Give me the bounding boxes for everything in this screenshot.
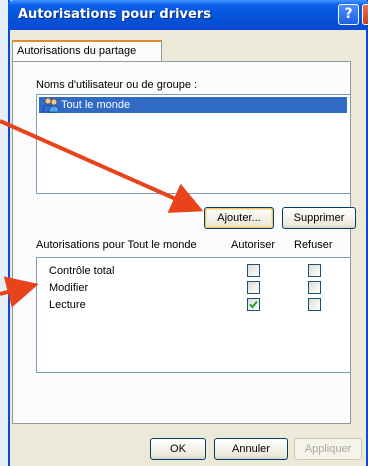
arrow-to-add-button bbox=[0, 119, 204, 213]
annotation-arrows bbox=[0, 119, 204, 308]
arrow-to-permissions bbox=[0, 276, 39, 308]
